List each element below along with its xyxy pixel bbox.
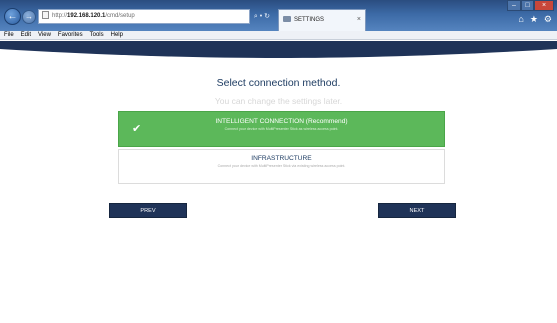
tab-favicon-icon bbox=[283, 16, 291, 23]
menu-bar: File Edit View Favorites Tools Help bbox=[0, 31, 557, 40]
tab-close-icon[interactable]: × bbox=[357, 10, 361, 30]
option-title: INTELLIGENT CONNECTION (Recommend) bbox=[215, 118, 348, 125]
address-path: /cmd/setup bbox=[105, 13, 135, 19]
page-subtitle: You can change the settings later. bbox=[214, 96, 343, 106]
menu-view[interactable]: View bbox=[38, 31, 51, 40]
page-title: Select connection method. bbox=[216, 77, 341, 89]
option-description: Connect your device with MultiPresenter … bbox=[217, 164, 346, 168]
option-infrastructure[interactable]: INFRASTRUCTURE Connect your device with … bbox=[118, 149, 445, 184]
next-button[interactable]: NEXT bbox=[378, 203, 456, 218]
page-icon bbox=[42, 11, 49, 20]
prev-button[interactable]: PREV bbox=[109, 203, 187, 218]
menu-help[interactable]: Help bbox=[111, 31, 123, 40]
close-window-button[interactable]: × bbox=[534, 0, 554, 11]
option-description: Connect your device with MultiPresenter … bbox=[224, 127, 339, 131]
back-button[interactable]: ← bbox=[4, 8, 21, 25]
browser-titlebar: ← → http://192.168.120.1/cmd/setup ⌕ • ↻… bbox=[0, 0, 557, 31]
window-controls: – □ × bbox=[507, 0, 554, 11]
tools-gear-icon[interactable]: ⚙ bbox=[544, 14, 552, 25]
menu-edit[interactable]: Edit bbox=[21, 31, 31, 40]
address-host: 192.168.120.1 bbox=[67, 13, 106, 19]
forward-button[interactable]: → bbox=[22, 10, 36, 24]
home-icon[interactable]: ⌂ bbox=[518, 14, 523, 25]
page-content: Select connection method. You can change… bbox=[0, 41, 557, 323]
address-prefix: http:// bbox=[52, 13, 68, 19]
address-tools[interactable]: ⌕ • ↻ bbox=[251, 9, 273, 24]
favorites-icon[interactable]: ★ bbox=[530, 14, 538, 25]
header-band bbox=[0, 41, 557, 58]
check-icon: ✔ bbox=[132, 123, 142, 135]
maximize-button[interactable]: □ bbox=[521, 0, 534, 11]
option-intelligent-connection[interactable]: ✔ INTELLIGENT CONNECTION (Recommend) Con… bbox=[118, 111, 445, 147]
tab-settings[interactable]: SETTINGS × bbox=[278, 9, 366, 31]
address-bar[interactable]: http://192.168.120.1/cmd/setup bbox=[38, 9, 250, 24]
menu-favorites[interactable]: Favorites bbox=[58, 31, 83, 40]
forward-arrow-icon: → bbox=[25, 12, 33, 21]
option-title: INFRASTRUCTURE bbox=[251, 155, 312, 162]
tab-title: SETTINGS bbox=[294, 17, 325, 23]
menu-file[interactable]: File bbox=[4, 31, 14, 40]
minimize-button[interactable]: – bbox=[507, 0, 521, 11]
menu-tools[interactable]: Tools bbox=[90, 31, 104, 40]
browser-toolbar-icons: ⌂ ★ ⚙ bbox=[518, 14, 552, 25]
back-arrow-icon: ← bbox=[7, 10, 18, 22]
